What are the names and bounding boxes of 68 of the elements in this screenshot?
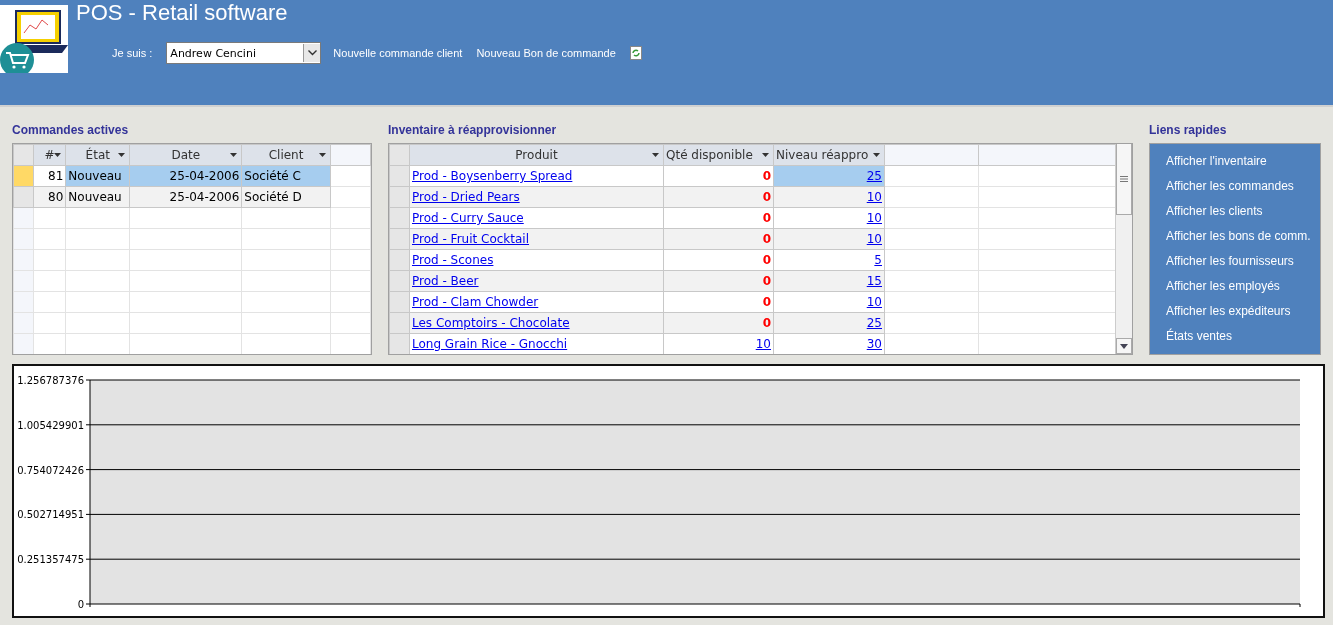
table-cell: 81 [33,165,66,187]
row-selector[interactable] [389,228,410,250]
row-selector[interactable] [389,333,410,354]
dropdown-arrow-icon[interactable] [873,153,880,157]
quick-link[interactable]: Afficher les clients [1166,199,1320,224]
header-link[interactable]: Nouveau Bon de commande [476,47,616,59]
y-tick-label: 0 [77,599,84,610]
select-all-corner[interactable] [389,144,410,166]
quick-link[interactable]: Afficher l'inventaire [1166,149,1320,174]
scroll-down-icon[interactable] [1120,343,1128,349]
column-header[interactable]: Qté disponible [663,144,774,166]
quantity-value: 0 [762,274,771,288]
quantity-value: 0 [762,169,771,183]
column-header[interactable]: # [33,144,66,166]
dropdown-arrow-icon[interactable] [762,153,769,157]
quantity-link[interactable]: 10 [755,337,771,351]
quantity-value: 0 [762,232,771,246]
section-title: Inventaire à réapprovisionner [388,123,558,137]
column-header[interactable]: Produit [409,144,664,166]
quick-link[interactable]: États ventes [1166,324,1320,349]
dropdown-arrow-icon[interactable] [652,153,659,157]
quick-link[interactable]: Afficher les bons de comm. [1166,224,1320,249]
reorder-level-cell[interactable]: 10 [773,291,885,313]
quick-link[interactable]: Afficher les fournisseurs [1166,249,1320,274]
y-tick-label: 1.005429901 [17,419,84,431]
row-selector[interactable] [389,207,410,229]
row-selector[interactable] [13,165,34,187]
dropdown-arrow-icon[interactable] [54,153,62,157]
user-select[interactable]: Andrew Cencini [166,42,322,64]
column-header[interactable]: Client [241,144,331,166]
quantity-value: 0 [762,190,771,204]
quick-link[interactable]: Afficher les expéditeurs [1166,299,1320,324]
column-header[interactable]: État [65,144,130,166]
dropdown-arrow-icon[interactable] [118,153,126,157]
refresh-icon[interactable] [629,46,642,60]
row-selector[interactable] [389,291,410,313]
product-link[interactable]: Prod - Beer [412,274,479,288]
quick-link[interactable]: Afficher les commandes [1166,174,1320,199]
dropdown-arrow-icon[interactable] [318,153,326,157]
scrollbar[interactable] [1115,144,1132,354]
y-tick-label: 1.256787376 [17,375,84,386]
chevron-down-icon[interactable] [307,50,317,56]
y-tick-label: 0.754072426 [17,464,84,476]
column-header[interactable]: Niveau réappro [773,144,885,166]
column-header[interactable]: Date [129,144,242,166]
user-label: Je suis : [112,47,153,59]
row-selector[interactable] [389,312,410,334]
row-selector[interactable] [389,249,410,271]
select-all-corner[interactable] [13,144,34,166]
y-tick-label: 0.251357475 [17,554,84,566]
quantity-value: 0 [762,211,771,225]
quantity-value: 0 [762,253,771,267]
row-selector[interactable] [389,165,410,187]
row-selector[interactable] [389,186,410,208]
row-selector[interactable] [13,186,34,208]
section-title: Commandes actives [12,123,130,137]
app-title: POS - Retail software [76,0,289,26]
dropdown-arrow-icon[interactable] [230,153,238,157]
section-title: Liens rapides [1149,123,1228,137]
quantity-value: 0 [762,316,771,330]
quick-link[interactable]: Afficher les employés [1166,274,1320,299]
reorder-level-cell[interactable]: 5 [773,249,885,271]
row-selector[interactable] [389,270,410,292]
quantity-value: 0 [762,295,771,309]
grip-lines-icon[interactable] [1120,176,1128,182]
reorder-level-cell[interactable]: 10 [773,207,885,229]
y-tick-label: 0.502714951 [17,509,84,521]
header-link[interactable]: Nouvelle commande client [333,47,463,59]
